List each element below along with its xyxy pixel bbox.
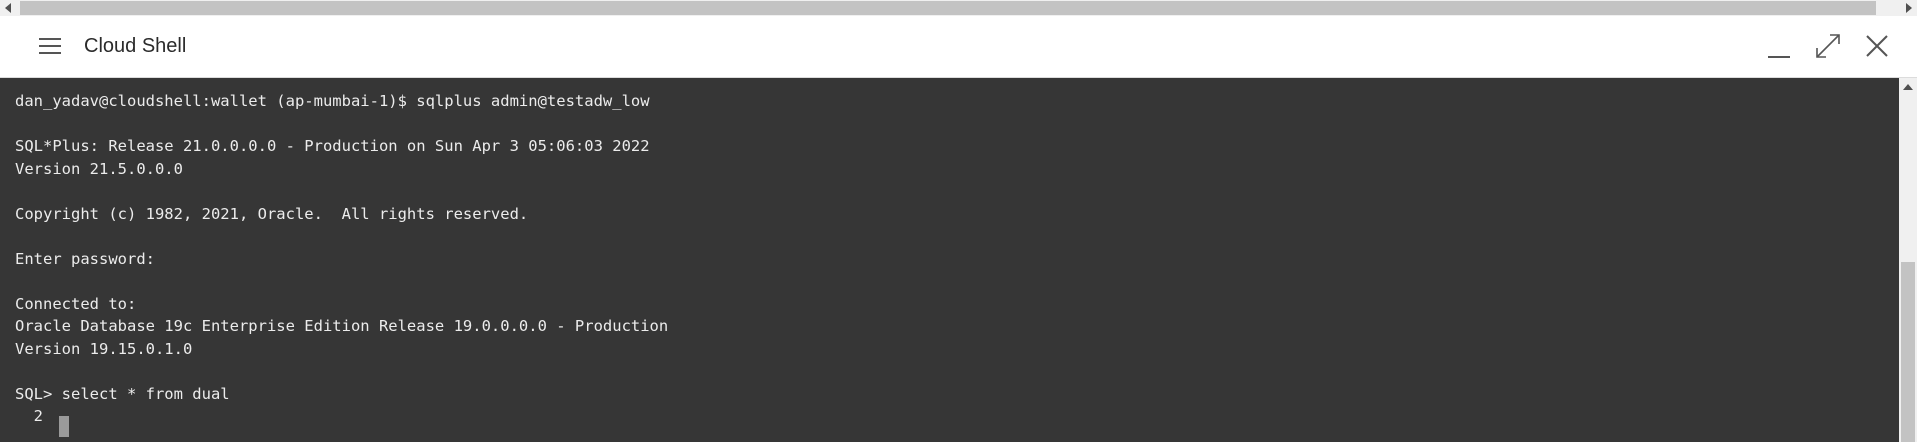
terminal-line: SQL> select * from dual (15, 385, 230, 403)
scroll-up-arrow-icon[interactable] (1899, 78, 1917, 96)
window-title: Cloud Shell (84, 35, 187, 57)
terminal-line: SQL*Plus: Release 21.0.0.0.0 - Productio… (15, 137, 650, 155)
close-button[interactable] (1863, 32, 1891, 60)
terminal-cursor (59, 416, 69, 437)
terminal-line: 2 (15, 407, 43, 425)
minimize-button[interactable] (1765, 32, 1793, 60)
minimize-icon (1768, 56, 1790, 58)
maximize-icon (1816, 34, 1840, 58)
terminal-line: Oracle Database 19c Enterprise Edition R… (15, 317, 669, 335)
terminal-output[interactable]: dan_yadav@cloudshell:wallet (ap-mumbai-1… (0, 78, 1899, 442)
terminal-line: dan_yadav@cloudshell:wallet (ap-mumbai-1… (15, 92, 650, 110)
horizontal-scrollbar[interactable] (0, 0, 1917, 16)
terminal-line: Version 21.5.0.0.0 (15, 160, 183, 178)
vertical-scrollbar[interactable] (1899, 78, 1917, 442)
terminal-line: Version 19.15.0.1.0 (15, 340, 193, 358)
terminal-line: Connected to: (15, 295, 137, 313)
hamburger-menu-icon[interactable] (39, 36, 61, 56)
cloud-shell-header: Cloud Shell (0, 16, 1917, 78)
terminal-line: Enter password: (15, 250, 155, 268)
maximize-button[interactable] (1814, 32, 1842, 60)
scroll-right-arrow-icon[interactable] (1901, 0, 1917, 16)
cloud-shell-window: Cloud Shell dan_yadav@cloudshell:wallet … (0, 0, 1917, 442)
horizontal-scrollbar-thumb[interactable] (20, 1, 1876, 15)
scroll-left-arrow-icon[interactable] (0, 0, 16, 16)
vertical-scrollbar-thumb[interactable] (1901, 262, 1915, 442)
close-icon (1866, 35, 1888, 57)
terminal-line: Copyright (c) 1982, 2021, Oracle. All ri… (15, 205, 529, 223)
